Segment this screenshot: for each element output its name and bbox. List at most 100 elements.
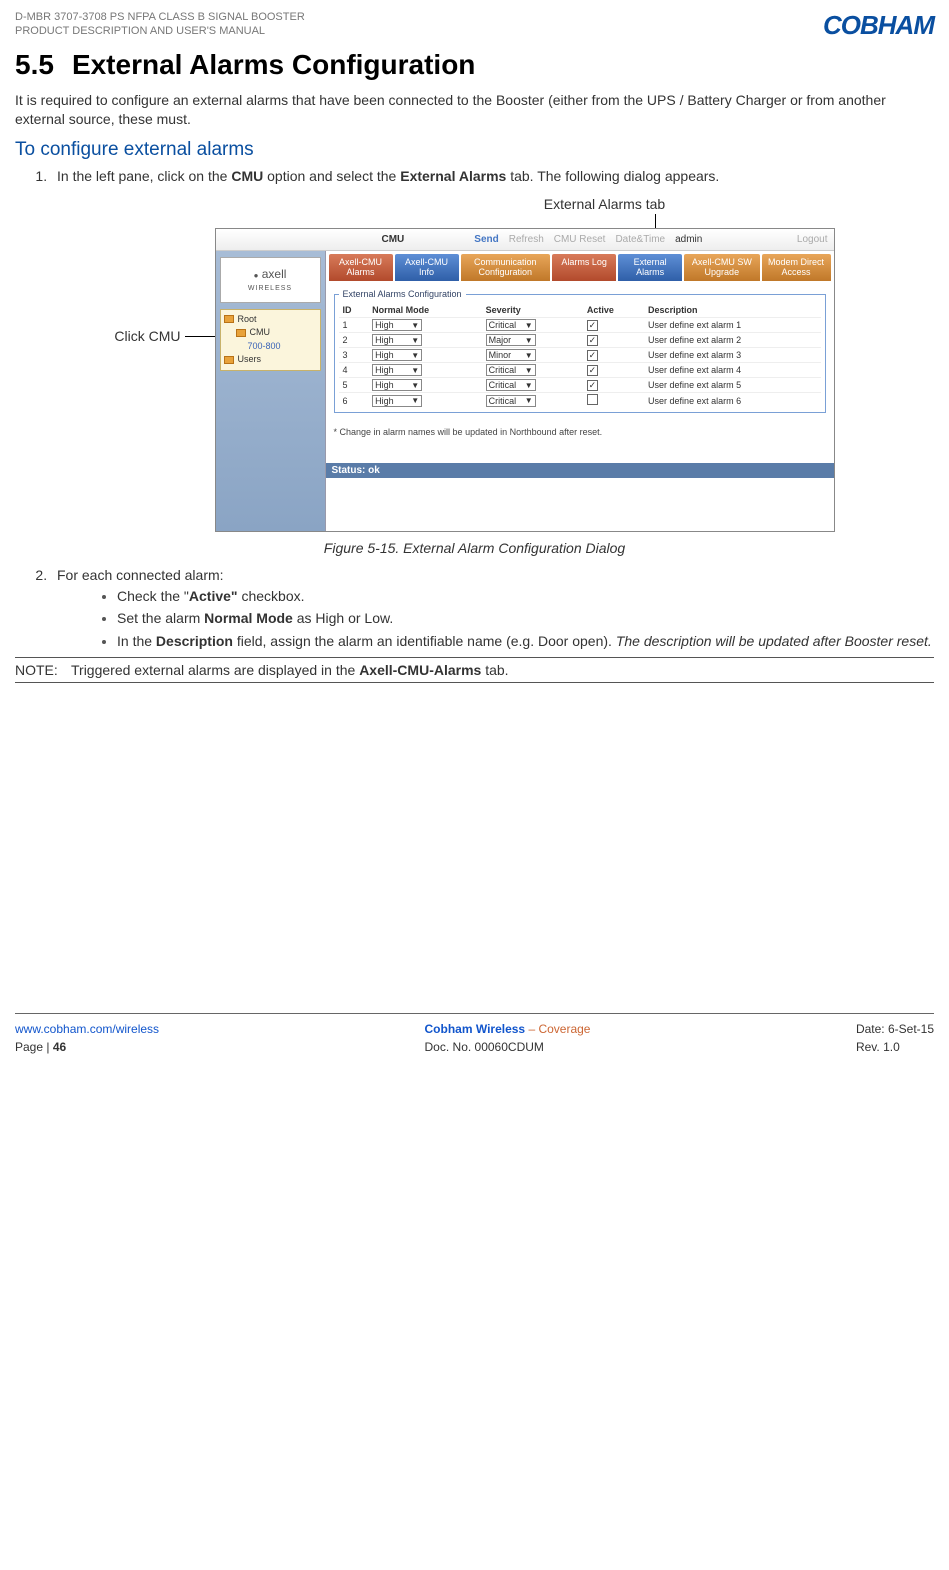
step-2: For each connected alarm: Check the "Act… xyxy=(51,566,934,652)
active-checkbox[interactable]: ✓ xyxy=(587,320,598,331)
b1a: Check the " xyxy=(117,588,189,604)
tree-cmu[interactable]: CMU xyxy=(224,326,317,340)
tree-users[interactable]: Users xyxy=(224,353,317,367)
tab-external-alarms[interactable]: External Alarms xyxy=(618,254,682,282)
b1c: checkbox. xyxy=(238,588,305,604)
th-severity: Severity xyxy=(482,303,583,318)
cell-active: ✓ xyxy=(583,378,644,393)
callout-left-text: Click CMU xyxy=(114,328,180,344)
cell-desc: User define ext alarm 3 xyxy=(644,348,820,363)
step-1: In the left pane, click on the CMU optio… xyxy=(51,167,934,186)
b2b: Normal Mode xyxy=(204,610,293,626)
active-checkbox[interactable]: ✓ xyxy=(587,380,598,391)
footer-coverage: – Coverage xyxy=(525,1022,590,1036)
cell-id: 3 xyxy=(339,348,369,363)
table-row: 3High▼ Minor▼ ✓ User define ext alarm 3 xyxy=(339,348,821,363)
fieldset-legend: External Alarms Configuration xyxy=(339,289,466,299)
procedure-list-2: For each connected alarm: Check the "Act… xyxy=(15,566,934,652)
ss-datetime-link[interactable]: Date&Time xyxy=(615,234,665,245)
severity-select[interactable]: Critical▼ xyxy=(486,319,536,331)
ss-tabs: Axell-CMU Alarms Axell-CMU Info Communic… xyxy=(326,251,834,282)
ss-axell-logo: ● axell WIRELESS xyxy=(220,257,321,303)
tree-root[interactable]: Root xyxy=(224,313,317,327)
ss-status: Status: ok xyxy=(326,463,834,478)
table-row: 6High▼Critical▼User define ext alarm 6 xyxy=(339,393,821,409)
b3a: In the xyxy=(117,633,156,649)
severity-select[interactable]: Minor▼ xyxy=(486,349,536,361)
table-row: 4High▼Critical▼✓User define ext alarm 4 xyxy=(339,363,821,378)
footer-url[interactable]: www.cobham.com/wireless xyxy=(15,1022,159,1036)
procedure-subhead: To configure external alarms xyxy=(15,139,934,161)
ss-cmureset-link[interactable]: CMU Reset xyxy=(554,234,606,245)
cell-desc: User define ext alarm 5 xyxy=(644,378,820,393)
step1-text-e: tab. The following dialog appears. xyxy=(506,168,719,184)
active-checkbox[interactable]: ✓ xyxy=(587,335,598,346)
cell-severity: Critical▼ xyxy=(482,393,583,409)
normal-select[interactable]: High▼ xyxy=(372,364,422,376)
severity-select[interactable]: Critical▼ xyxy=(486,395,536,407)
active-checkbox[interactable]: ✓ xyxy=(587,350,598,361)
cell-normal: High▼ xyxy=(368,348,482,363)
b3d: The description will be updated after Bo… xyxy=(616,633,932,649)
ss-content: Axell-CMU Alarms Axell-CMU Info Communic… xyxy=(326,251,834,531)
tab-alarms-log[interactable]: Alarms Log xyxy=(552,254,616,282)
note-text: Triggered external alarms are displayed … xyxy=(71,662,509,678)
tab-modem-direct[interactable]: Modem Direct Access xyxy=(762,254,831,282)
ss-tree: Root CMU 700-800 Users xyxy=(220,309,321,371)
b3b: Description xyxy=(156,633,233,649)
b2a: Set the alarm xyxy=(117,610,204,626)
active-checkbox[interactable] xyxy=(587,394,598,405)
th-id: ID xyxy=(339,303,369,318)
ss-logo-sub: WIRELESS xyxy=(248,285,292,292)
figure-caption: Figure 5-15. External Alarm Configuratio… xyxy=(15,540,934,556)
normal-select[interactable]: High▼ xyxy=(372,395,422,407)
step2-text: For each connected alarm: xyxy=(57,567,224,583)
normal-select[interactable]: High▼ xyxy=(372,379,422,391)
cell-normal: High▼ xyxy=(368,393,482,409)
table-row: 1High▼Critical▼✓User define ext alarm 1 xyxy=(339,318,821,333)
bullet-2: Set the alarm Normal Mode as High or Low… xyxy=(117,609,934,628)
step1-cmu: CMU xyxy=(231,168,263,184)
ss-sidebar: ● axell WIRELESS Root CMU 700-800 Users xyxy=(216,251,326,531)
th-active: Active xyxy=(583,303,644,318)
normal-select[interactable]: High▼ xyxy=(372,349,422,361)
tab-sw-upgrade[interactable]: Axell-CMU SW Upgrade xyxy=(684,254,759,282)
ss-refresh-link[interactable]: Refresh xyxy=(509,234,544,245)
severity-select[interactable]: Critical▼ xyxy=(486,379,536,391)
page-footer: www.cobham.com/wireless Page | 46 Cobham… xyxy=(15,1013,934,1056)
step1-text-c: option and select the xyxy=(263,168,400,184)
tab-axell-cmu-alarms[interactable]: Axell-CMU Alarms xyxy=(329,254,393,282)
note-a: Triggered external alarms are displayed … xyxy=(71,662,359,678)
active-checkbox[interactable]: ✓ xyxy=(587,365,598,376)
header-line2: PRODUCT DESCRIPTION AND USER'S MANUAL xyxy=(15,24,305,38)
folder-icon xyxy=(224,356,234,364)
tree-band-label: 700-800 xyxy=(248,340,281,354)
cell-severity: Critical▼ xyxy=(482,318,583,333)
ss-admin-label: admin xyxy=(675,234,702,245)
severity-select[interactable]: Critical▼ xyxy=(486,364,536,376)
cell-id: 2 xyxy=(339,333,369,348)
cell-severity: Critical▼ xyxy=(482,378,583,393)
normal-select[interactable]: High▼ xyxy=(372,319,422,331)
tree-band[interactable]: 700-800 xyxy=(224,340,317,354)
th-normal: Normal Mode xyxy=(368,303,482,318)
normal-select[interactable]: High▼ xyxy=(372,334,422,346)
note-label: NOTE: xyxy=(15,662,71,678)
screenshot: CMU Send Refresh CMU Reset Date&Time adm… xyxy=(215,228,835,532)
cell-desc: User define ext alarm 6 xyxy=(644,393,820,409)
cell-desc: User define ext alarm 4 xyxy=(644,363,820,378)
cell-active: ✓ xyxy=(583,348,644,363)
table-row: 2High▼Major▼✓User define ext alarm 2 xyxy=(339,333,821,348)
ss-send-link[interactable]: Send xyxy=(474,234,498,245)
ss-logout-link[interactable]: Logout xyxy=(797,234,828,245)
tab-axell-cmu-info[interactable]: Axell-CMU Info xyxy=(395,254,459,282)
footer-doc: Doc. No. 00060CDUM xyxy=(425,1040,544,1054)
severity-select[interactable]: Major▼ xyxy=(486,334,536,346)
ss-cmu-label: CMU xyxy=(382,234,405,245)
callout-top-line xyxy=(655,214,656,228)
b1b: Active" xyxy=(189,588,238,604)
tab-comm-config[interactable]: Communication Configuration xyxy=(461,254,551,282)
note-c: tab. xyxy=(481,662,508,678)
cell-severity: Minor▼ xyxy=(482,348,583,363)
cell-id: 1 xyxy=(339,318,369,333)
